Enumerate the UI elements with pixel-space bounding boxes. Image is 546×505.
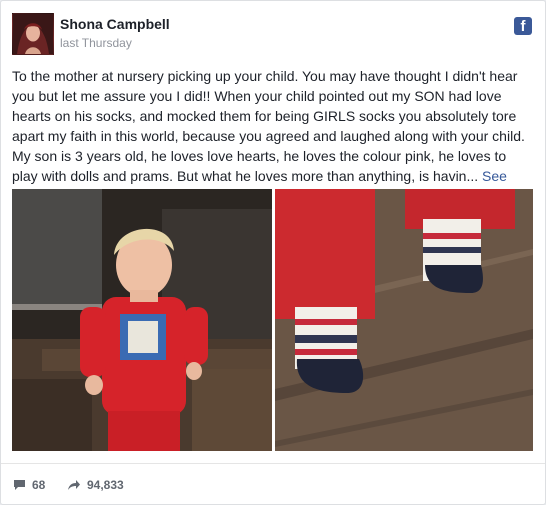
comment-icon (14, 480, 25, 490)
post-footer: 68 94,833 (1, 463, 545, 504)
comments-count: 68 (32, 478, 46, 492)
post-body-text: To the mother at nursery picking up your… (12, 68, 525, 184)
author-avatar[interactable] (12, 13, 54, 55)
post-header: Shona Campbell last Thursday f (12, 13, 532, 55)
facebook-icon[interactable]: f (514, 17, 532, 35)
post-timestamp[interactable]: last Thursday (60, 36, 132, 50)
post-text: To the mother at nursery picking up your… (12, 66, 534, 206)
facebook-post-card: Shona Campbell last Thursday f To the mo… (0, 0, 546, 505)
shares-stat[interactable]: 94,833 (67, 478, 124, 492)
share-icon (68, 480, 80, 490)
author-name[interactable]: Shona Campbell (60, 16, 170, 32)
comments-stat[interactable]: 68 (13, 478, 45, 492)
child-red-outfit-photo[interactable] (12, 189, 272, 451)
shares-count: 94,833 (87, 478, 124, 492)
heart-socks-feet-photo[interactable] (275, 189, 533, 451)
photo-grid (12, 189, 533, 451)
